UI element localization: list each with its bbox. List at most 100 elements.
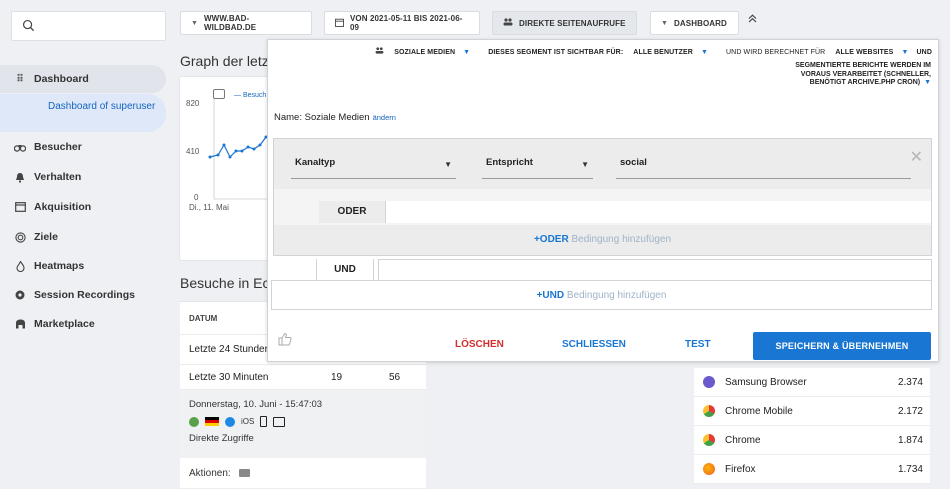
sidebar-item-besucher[interactable]: Besucher <box>0 132 166 162</box>
search-input[interactable] <box>11 11 166 41</box>
delete-button[interactable]: LÖSCHEN <box>455 339 504 350</box>
sidebar-item-akquisition[interactable]: Akquisition <box>0 192 166 222</box>
caret-down-icon: ▼ <box>901 49 909 56</box>
os-label: iOS <box>241 417 255 426</box>
period-selector[interactable]: VON 2021-05-11 BIS 2021-06-09 <box>324 11 480 35</box>
add-and-text: Bedingung hinzufügen <box>564 290 667 301</box>
table-cell-label: Letzte 24 Stunder <box>189 344 268 355</box>
sidebar-item-verhalten[interactable]: Verhalten <box>0 162 166 192</box>
x-axis-label: Di., 11. Mai <box>189 203 229 212</box>
smartphone-icon <box>260 416 268 427</box>
y-axis-label: 410 <box>186 147 200 156</box>
sidebar-item-dashboard[interactable]: ⠿ Dashboard <box>0 65 166 93</box>
dimension-select[interactable]: Kanaltyp ▼ <box>291 157 456 179</box>
caret-down-icon: ▼ <box>444 160 452 169</box>
processing-mode-value: SEGMENTIERTE BERICHTE WERDEN IM VORAUS V… <box>795 62 931 86</box>
window-icon <box>14 202 26 212</box>
processing-dropdown[interactable]: UND WIRD BERECHNET FÜR ALLE WEBSITES ▼ UN… <box>718 49 932 56</box>
record-icon <box>14 290 26 300</box>
graph-area <box>208 99 270 200</box>
remove-condition-icon[interactable]: ✕ <box>910 147 923 167</box>
sidebar-item-marketplace[interactable]: Marketplace <box>0 309 166 339</box>
add-or-condition-button[interactable]: +ODER Bedingung hinzufügen <box>274 225 931 255</box>
condition-value-input[interactable]: social <box>616 157 911 179</box>
segment-icon <box>375 47 384 54</box>
sidebar-item-session-recordings[interactable]: Session Recordings <box>0 280 166 310</box>
browser-name: Chrome Mobile <box>725 405 793 417</box>
caret-down-icon: ▼ <box>191 19 199 27</box>
condition-group: Kanaltyp ▼ Entspricht ▼ social ✕ ODER +O… <box>273 138 932 256</box>
visit-actions-label: Aktionen: <box>189 467 231 479</box>
browser-name: Samsung Browser <box>725 376 807 388</box>
operator-value: Entspricht <box>486 157 533 168</box>
segment-name-label: Name: Soziale Medien <box>274 112 370 123</box>
grid-icon: ⠿ <box>16 73 24 85</box>
visibility-dropdown[interactable]: DIESES SEGMENT IST SICHTBAR FÜR: ALLE BE… <box>480 49 708 56</box>
sidebar-item-heatmaps[interactable]: Heatmaps <box>0 251 166 281</box>
segment-icon <box>503 18 513 28</box>
sidebar-item-label: Dashboard <box>34 73 89 85</box>
visitor-profile-icon[interactable] <box>189 416 199 427</box>
y-axis-label: 820 <box>186 99 200 108</box>
change-name-link[interactable]: ändern <box>373 113 396 122</box>
processing-mode-dropdown[interactable]: SEGMENTIERTE BERICHTE WERDEN IM VORAUS V… <box>791 62 931 88</box>
table-cell-value: 19 <box>331 371 343 383</box>
collapse-chevrons-icon[interactable] <box>748 14 757 26</box>
and-divider <box>378 259 932 281</box>
test-button[interactable]: TEST <box>685 339 711 350</box>
condition-value-text: social <box>620 157 647 168</box>
visit-actions-row[interactable]: Aktionen: <box>180 458 426 489</box>
sidebar-item-label: Marketplace <box>34 318 95 330</box>
browser-row[interactable]: Chrome 1.874 <box>694 426 930 455</box>
search-icon <box>22 19 35 32</box>
germany-flag-icon <box>205 417 219 426</box>
segment-selector[interactable]: DIREKTE SEITENAUFRUFE <box>492 11 637 35</box>
period-selector-label: VON 2021-05-11 BIS 2021-06-09 <box>350 14 463 32</box>
graph-widget-title: Graph der letzt <box>180 53 273 69</box>
segment-selector-label: DIREKTE SEITENAUFRUFE <box>519 18 626 28</box>
store-icon <box>14 319 26 329</box>
sidebar-item-label: Session Recordings <box>34 289 135 301</box>
add-or-strong: +ODER <box>533 234 569 245</box>
dashboard-selector[interactable]: ▼ DASHBOARD <box>650 11 739 35</box>
segment-editor-footer: LÖSCHEN SCHLIESSEN TEST SPEICHERN & ÜBER… <box>268 330 938 360</box>
browser-row[interactable]: Firefox 1.734 <box>694 455 930 484</box>
browser-value: 2.172 <box>897 405 923 417</box>
visit-detail[interactable]: Donnerstag, 10. Juni - 15:47:03 iOS Dire… <box>180 390 426 458</box>
table-row[interactable]: Letzte 30 Minuten 19 56 <box>180 365 426 390</box>
close-button[interactable]: SCHLIESSEN <box>562 339 626 350</box>
contact-card-icon <box>273 416 286 427</box>
or-label: ODER <box>319 201 385 223</box>
firefox-icon <box>703 463 715 475</box>
browser-value: 1.734 <box>897 463 923 475</box>
caret-down-icon: ▼ <box>700 49 708 56</box>
browser-value: 2.374 <box>897 376 923 388</box>
site-selector[interactable]: ▼ WWW.BAD-WILDBAD.DE <box>180 11 312 35</box>
visibility-value: ALLE BENUTZER <box>633 49 693 56</box>
caret-down-icon: ▼ <box>661 19 669 27</box>
browser-name: Chrome <box>725 434 761 446</box>
segment-name-value: SOZIALE MEDIEN <box>394 49 456 56</box>
sidebar-item-ziele[interactable]: Ziele <box>0 222 166 252</box>
dashboard-selector-label: DASHBOARD <box>674 18 727 28</box>
browser-name: Firefox <box>725 463 756 475</box>
add-and-condition-button[interactable]: +UND Bedingung hinzufügen <box>271 280 932 310</box>
operator-select[interactable]: Entspricht ▼ <box>482 157 593 179</box>
add-or-text: Bedingung hinzufügen <box>568 234 672 245</box>
browser-row[interactable]: Chrome Mobile 2.172 <box>694 397 930 426</box>
bell-icon <box>14 172 26 183</box>
sidebar-item-label: Ziele <box>34 231 58 243</box>
browser-row[interactable]: Samsung Browser 2.374 <box>694 368 930 397</box>
save-and-apply-button[interactable]: SPEICHERN & ÜBERNEHMEN <box>753 332 931 360</box>
thumbs-up-icon[interactable] <box>278 332 292 346</box>
visits-widget-title: Besuche in Ec <box>180 275 270 291</box>
samsung-browser-icon <box>703 376 715 388</box>
segment-name-dropdown[interactable]: SOZIALE MEDIEN ▼ <box>375 47 470 56</box>
browser-value: 1.874 <box>897 434 923 446</box>
chrome-mobile-icon <box>703 405 715 417</box>
visibility-label: DIESES SEGMENT IST SICHTBAR FÜR: <box>488 49 624 56</box>
safari-browser-icon <box>225 416 235 427</box>
sidebar-subitem-dashboard-superuser[interactable]: Dashboard of superuser <box>0 94 166 132</box>
y-axis-label: 0 <box>194 193 199 202</box>
binoculars-icon <box>14 143 26 152</box>
